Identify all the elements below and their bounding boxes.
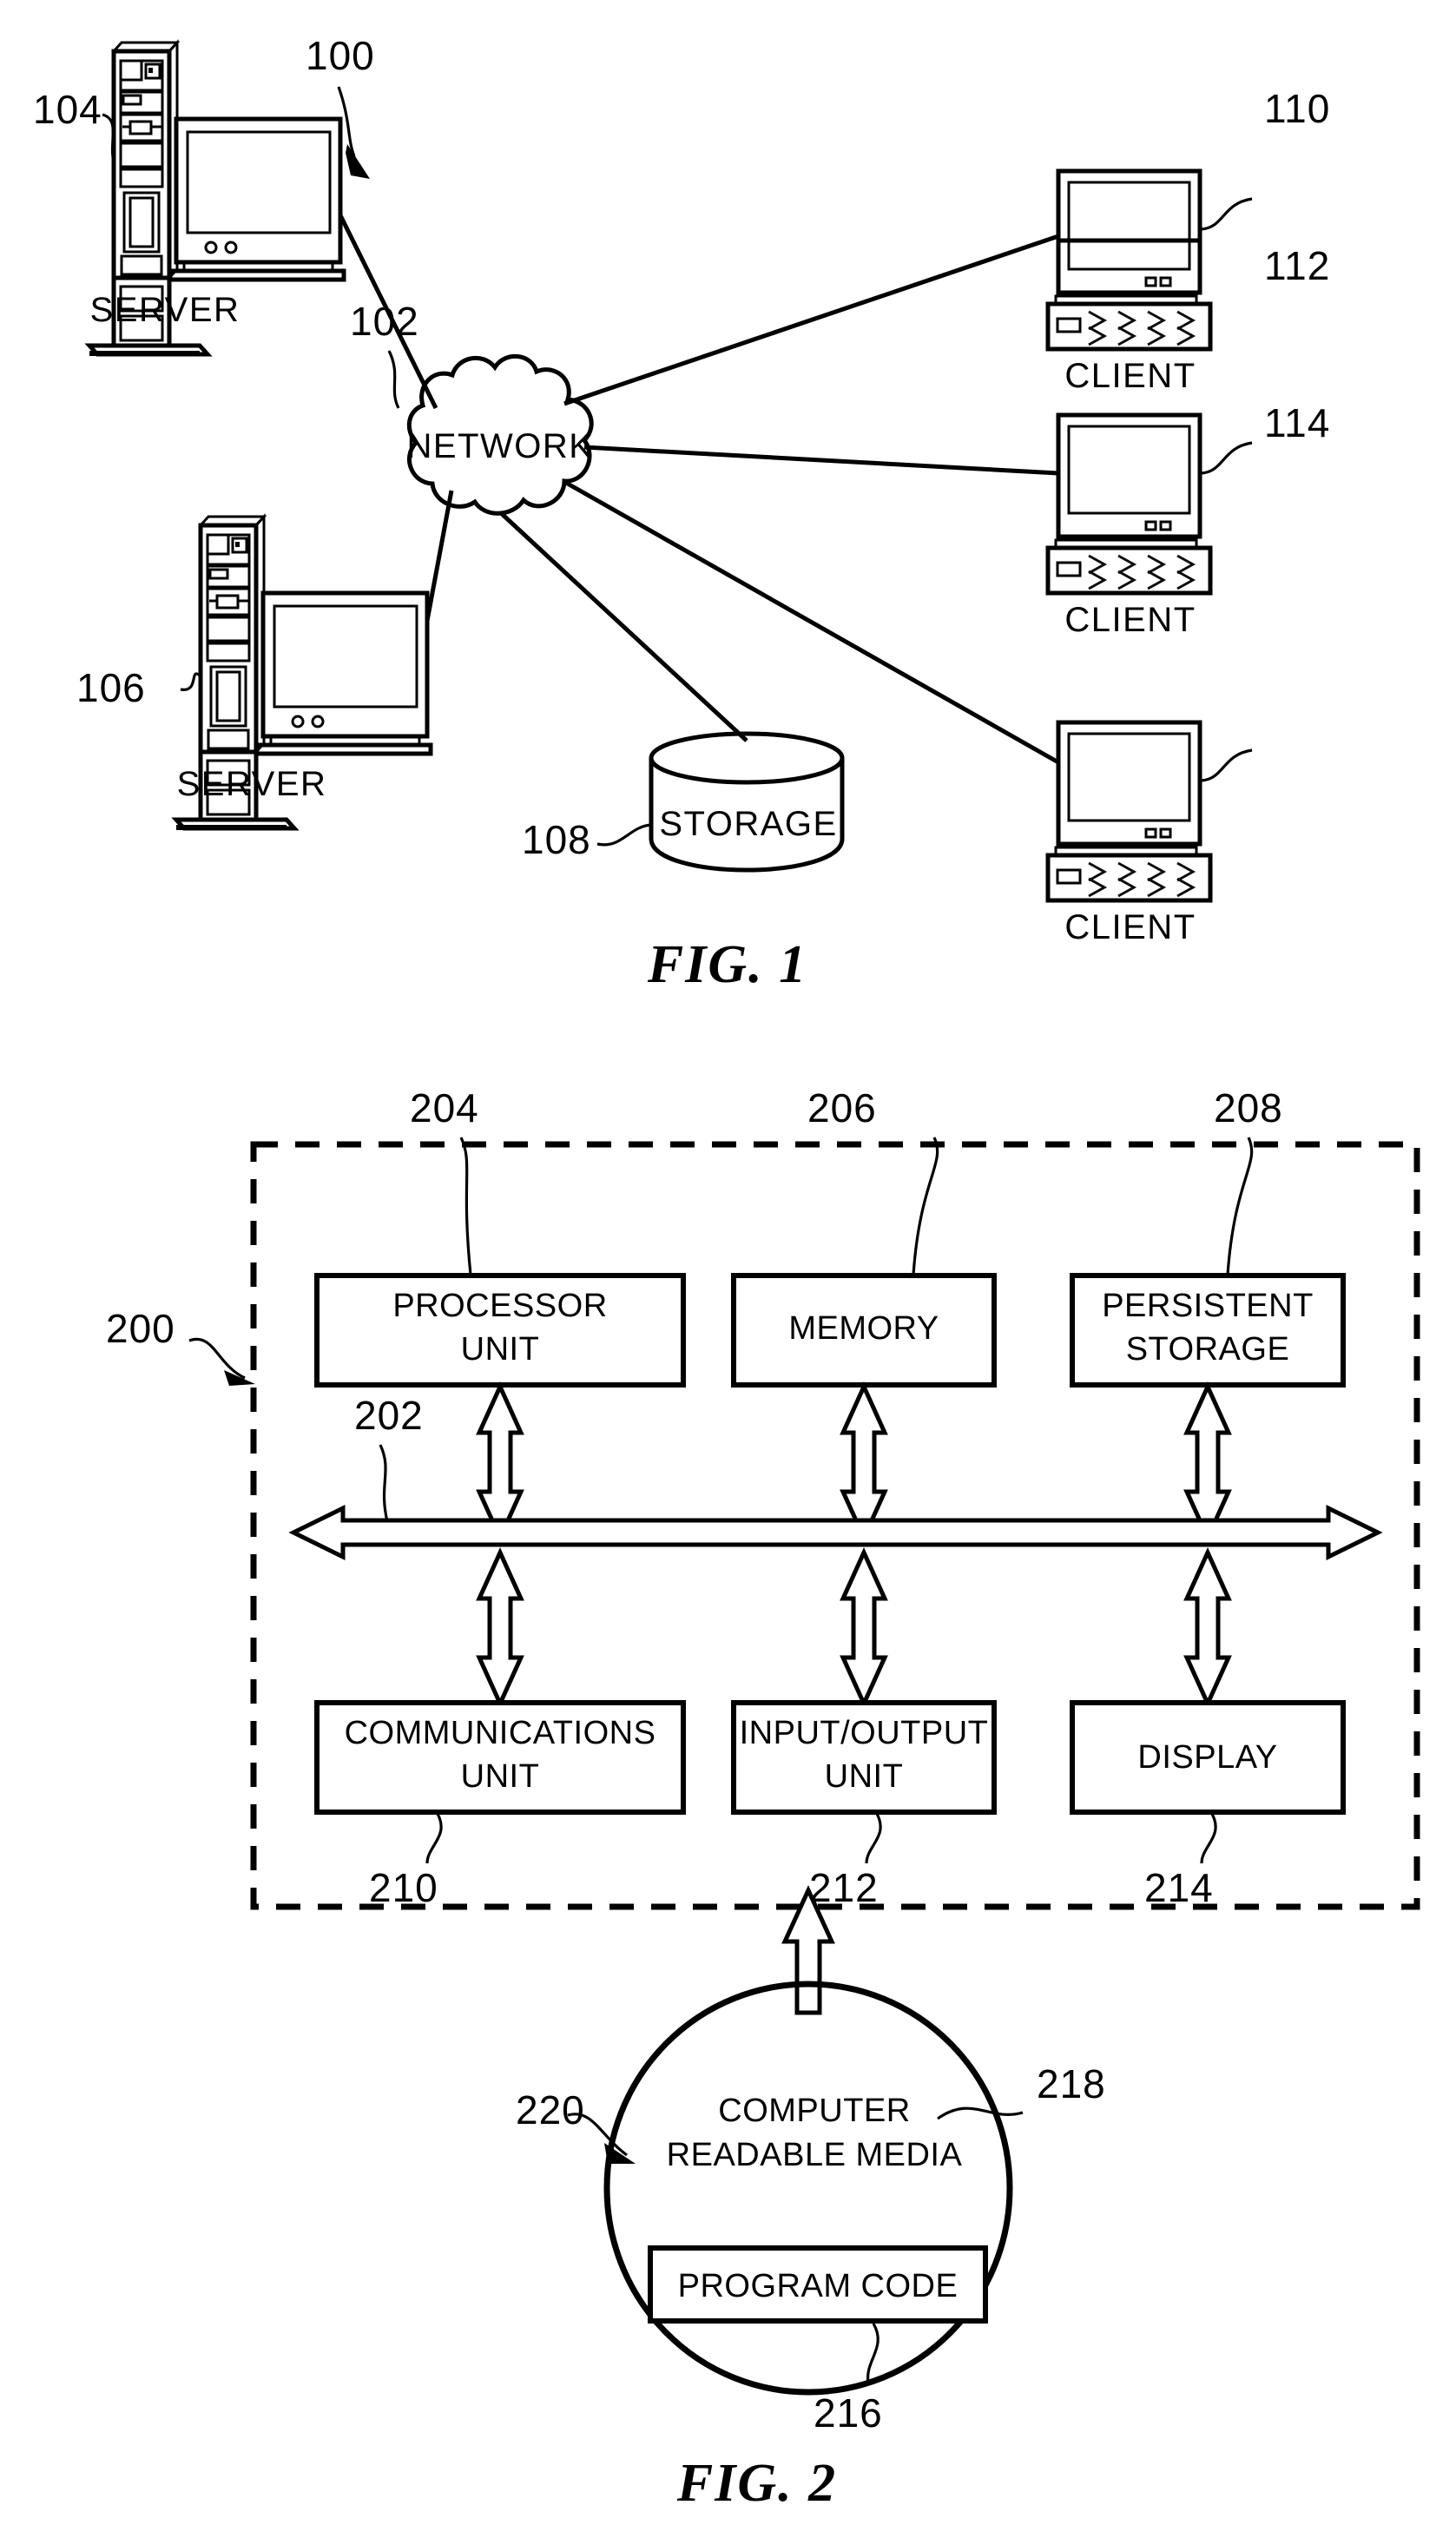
ref-100: 100 — [306, 33, 375, 78]
ref-106-leader — [180, 672, 201, 691]
link-network-client114 — [564, 480, 1060, 765]
ref-202: 202 — [354, 1393, 424, 1438]
ref-112-leader — [1201, 441, 1253, 475]
ref-110: 110 — [1264, 86, 1330, 131]
network-label: NETWORK — [407, 427, 594, 465]
ref-208-leader — [1226, 1137, 1254, 1276]
communications-unit-line2: UNIT — [461, 1758, 540, 1795]
ref-202-leader — [379, 1444, 389, 1522]
ref-210-leader — [425, 1813, 443, 1864]
ref-220: 220 — [516, 2087, 585, 2133]
figure-2-caption: FIG. 2 — [676, 2454, 837, 2513]
ref-100-arrowhead — [346, 144, 370, 179]
ref-200: 200 — [106, 1306, 175, 1351]
ref-212: 212 — [809, 1865, 879, 1910]
ref-212-leader — [865, 1813, 882, 1864]
ref-206: 206 — [807, 1085, 877, 1131]
ref-108-leader — [596, 823, 652, 847]
persistent-storage-line1: PERSISTENT — [1102, 1288, 1314, 1324]
ref-112: 112 — [1264, 243, 1330, 288]
ref-200-leader — [188, 1337, 246, 1380]
connector-bus-display — [1183, 1546, 1232, 1710]
ref-214-leader — [1200, 1813, 1217, 1864]
media-line2: READABLE MEDIA — [667, 2137, 963, 2173]
patent-drawing-sheet: 100 SERVER 104 SERVER 106 NETWORK 102 ST… — [0, 0, 1456, 2538]
communications-unit-line1: COMMUNICATIONS — [345, 1715, 656, 1751]
processor-unit-line2: UNIT — [461, 1331, 540, 1368]
ref-104: 104 — [33, 87, 102, 132]
storage-label: STORAGE — [659, 805, 837, 843]
display-line1: DISPLAY — [1137, 1739, 1277, 1776]
connector-memory-bus — [840, 1381, 888, 1544]
link-server106-network — [425, 490, 454, 622]
media-line1: COMPUTER — [718, 2093, 910, 2129]
server-106-icon: SERVER — [171, 513, 433, 831]
storage-cylinder: STORAGE — [649, 731, 845, 873]
ref-204-leader — [459, 1137, 472, 1276]
persistent-storage-line2: STORAGE — [1126, 1331, 1290, 1368]
ref-206-leader — [912, 1137, 939, 1276]
client-114-icon: CLIENT — [1045, 720, 1213, 946]
client-112-label: CLIENT — [1064, 601, 1196, 639]
processor-unit-box: PROCESSOR UNIT — [314, 1273, 686, 1388]
figure-2-group: 200 PROCESSOR UNIT 204 MEMORY 206 PERSIS… — [106, 1085, 1420, 2513]
link-network-client112 — [583, 445, 1059, 476]
connector-persistent-bus — [1183, 1381, 1232, 1544]
client-114-label: CLIENT — [1064, 908, 1196, 946]
memory-box: MEMORY — [731, 1273, 997, 1388]
ref-204: 204 — [410, 1085, 479, 1131]
persistent-storage-box: PERSISTENT STORAGE — [1070, 1273, 1346, 1388]
bus-connectors-lower — [476, 1546, 1232, 1710]
input-output-unit-line2: UNIT — [825, 1758, 904, 1795]
ref-102-leader — [387, 350, 400, 409]
input-output-unit-box: INPUT/OUTPUT UNIT — [731, 1700, 997, 1815]
ref-110-leader — [1201, 197, 1253, 231]
ref-114: 114 — [1264, 400, 1330, 445]
client-112-icon: CLIENT — [1045, 238, 1213, 639]
computer-readable-media-circle: COMPUTER READABLE MEDIA PROGRAM CODE — [603, 1981, 1013, 2396]
ref-216: 216 — [814, 2390, 883, 2436]
processor-unit-line1: PROCESSOR — [392, 1288, 607, 1324]
connector-bus-communications — [476, 1546, 524, 1710]
memory-line1: MEMORY — [788, 1310, 939, 1347]
display-box: DISPLAY — [1070, 1700, 1346, 1815]
link-network-storage — [498, 511, 748, 742]
program-code-label: PROGRAM CODE — [678, 2268, 959, 2304]
ref-216-leader — [866, 2323, 880, 2383]
ref-200-arrowhead — [224, 1370, 255, 1386]
figure-1-caption: FIG. 1 — [647, 935, 807, 994]
link-network-client110 — [563, 234, 1059, 406]
connector-processor-bus — [476, 1381, 524, 1544]
ref-214: 214 — [1144, 1865, 1214, 1910]
communications-unit-box: COMMUNICATIONS UNIT — [314, 1700, 686, 1815]
ref-220-arrowhead — [604, 2143, 636, 2164]
network-cloud: NETWORK — [407, 353, 594, 516]
figure-1-group: 100 SERVER 104 SERVER 106 NETWORK 102 ST… — [33, 33, 1330, 994]
client-110-label: CLIENT — [1064, 357, 1196, 395]
ref-108: 108 — [522, 817, 591, 862]
ref-114-leader — [1201, 748, 1253, 782]
figures-canvas: 100 SERVER 104 SERVER 106 NETWORK 102 ST… — [33, 33, 1420, 2513]
ref-210: 210 — [369, 1865, 438, 1910]
ref-104-leader — [102, 113, 116, 166]
ref-218: 218 — [1037, 2061, 1106, 2106]
client-110-icon: CLIENT — [1045, 168, 1213, 395]
input-output-unit-line1: INPUT/OUTPUT — [740, 1715, 989, 1751]
figure-1-connections — [338, 214, 1060, 765]
server-104-icon: SERVER — [84, 39, 346, 357]
ref-106: 106 — [76, 665, 146, 710]
server-106-label: SERVER — [177, 765, 327, 803]
ref-208: 208 — [1214, 1085, 1283, 1131]
server-104-label: SERVER — [90, 291, 240, 329]
connector-bus-io — [840, 1546, 888, 1710]
ref-218-leader — [937, 2106, 1024, 2120]
bus-connectors-upper — [476, 1381, 1232, 1544]
